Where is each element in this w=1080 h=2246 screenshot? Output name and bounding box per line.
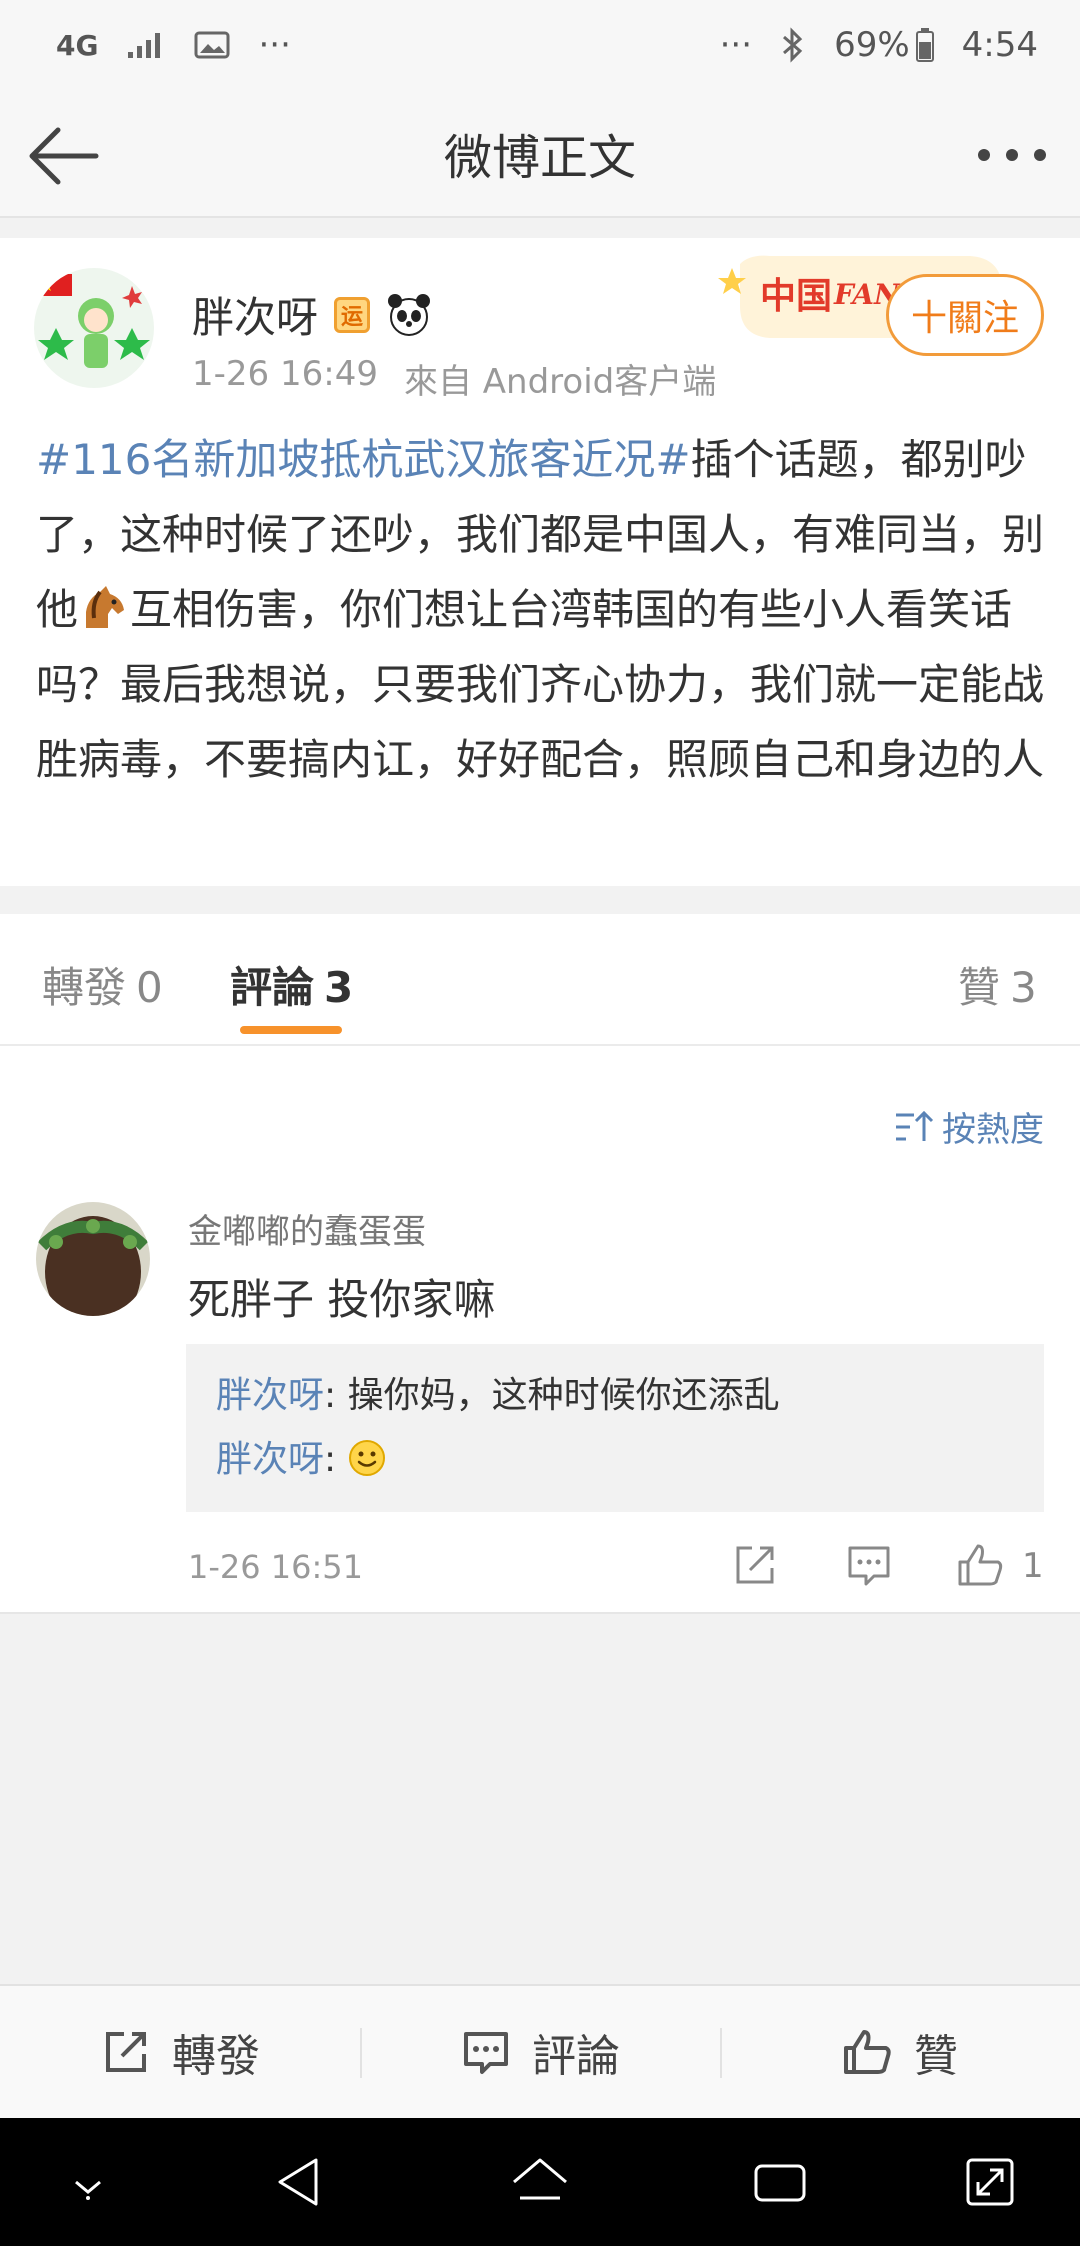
like-label: 贊 (914, 2031, 958, 2082)
bluetooth-icon (783, 27, 803, 63)
smile-emoji-icon (348, 1440, 385, 1476)
repost-button[interactable]: 轉發 (0, 1986, 360, 2118)
status-bar: 4G ··· ··· 69% 4:54 (0, 0, 1080, 90)
post-time: 1-26 16:49 (192, 354, 378, 394)
tab-likes[interactable]: 贊3 (958, 954, 1037, 1015)
comment-button[interactable]: 評論 (360, 1986, 720, 2118)
battery-icon (915, 28, 934, 62)
repost-icon (106, 2032, 146, 2072)
reply-item: 胖次呀: (216, 1428, 1014, 1492)
comment-bubble-icon (464, 2032, 508, 2074)
comment-time: 1-26 16:51 (188, 1548, 364, 1586)
author-avatar[interactable] (34, 268, 154, 388)
reply-separator: : (324, 1439, 337, 1480)
home-nav-icon[interactable] (510, 2152, 570, 2212)
post-meta: 1-26 16:49 來自 Android客户端 (192, 354, 716, 403)
image-icon (194, 31, 230, 59)
reply-author[interactable]: 胖次呀 (216, 1439, 324, 1480)
expand-nav-icon[interactable] (960, 2152, 1020, 2212)
author-line: 胖次呀 运 (192, 284, 432, 345)
comment-text: 死胖子 投你家嘛 (188, 1275, 496, 1324)
overflow-icon: ··· (719, 25, 753, 65)
post-source: 來自 Android客户端 (403, 362, 717, 402)
author-name[interactable]: 胖次呀 (192, 284, 318, 345)
comment-label: 評論 (532, 2031, 620, 2082)
weibo-post: 胖次呀 运 1-26 16:49 來自 Android客户端 中国 FANS 十… (0, 238, 1080, 886)
reply-separator: : (324, 1375, 337, 1416)
comment-like-count: 1 (1022, 1546, 1044, 1586)
sort-by-hot-button[interactable]: 按熱度 (894, 1102, 1044, 1151)
post-tabs: 轉發 0 評論 3 贊3 (0, 914, 1080, 1046)
tab-comments[interactable]: 評論 3 (230, 954, 353, 1015)
follow-label: 十關注 (910, 298, 1019, 339)
repost-label: 轉發 (172, 2031, 260, 2082)
reply-author[interactable]: 胖次呀 (216, 1375, 324, 1416)
battery: 69% (834, 25, 934, 65)
like-button[interactable]: 贊 (720, 1986, 1080, 2118)
recents-nav-icon[interactable] (750, 2152, 810, 2212)
horse-emoji-icon (86, 586, 125, 628)
comment-icon[interactable] (844, 1540, 894, 1590)
active-tab-indicator (240, 1026, 342, 1034)
avatar-illustration (34, 268, 154, 388)
tab-repost-count: 0 (136, 963, 163, 1012)
nav-bar: 微博正文 (0, 90, 1080, 218)
tab-likes-label: 贊 (958, 963, 1001, 1012)
more-notifications-icon: ··· (258, 25, 291, 65)
sort-icon (896, 1110, 934, 1141)
svg-text:中国: 中国 (760, 275, 832, 317)
tab-likes-count: 3 (1010, 963, 1037, 1012)
signal-icon (128, 33, 161, 58)
reply-text (336, 1439, 347, 1480)
back-nav-icon[interactable] (270, 2152, 330, 2212)
status-left: 4G ··· (56, 25, 291, 65)
more-icon[interactable] (974, 130, 1050, 180)
tab-comments-count: 3 (324, 963, 354, 1012)
post-text-part2: 互相伤害，你们想让台湾韩国的有些小人看笑话吗？最后我想说，只要我们齐心协力，我们… (36, 585, 1045, 784)
bottom-action-bar: 轉發 評論 贊 (0, 1984, 1080, 2118)
status-right: ··· 69% 4:54 (720, 25, 1038, 65)
network-indicator: 4G (56, 28, 99, 62)
commenter-avatar-image (36, 1202, 150, 1316)
comment-list: 按熱度 金嘟嘟的蠢蛋蛋 死胖子 投你家嘛 胖次呀: 操你妈，这种时候你还添乱 胖… (0, 1046, 1080, 1614)
commenter-name[interactable]: 金嘟嘟的蠢蛋蛋 (188, 1204, 426, 1253)
follow-button[interactable]: 十關注 (886, 274, 1044, 356)
panda-icon (388, 293, 431, 336)
reply-text: 操你妈，这种时候你还添乱 (336, 1375, 780, 1416)
hide-keyboard-icon[interactable] (58, 2152, 118, 2212)
reply-item: 胖次呀: 操你妈，这种时候你还添乱 (216, 1364, 1014, 1428)
system-nav-bar (0, 2118, 1080, 2246)
clock: 4:54 (961, 25, 1038, 65)
tab-repost-label: 轉發 (42, 963, 127, 1012)
battery-percent: 69% (834, 25, 910, 65)
reply-thread[interactable]: 胖次呀: 操你妈，这种时候你还添乱 胖次呀: (186, 1344, 1044, 1512)
share-icon[interactable] (730, 1540, 780, 1590)
commenter-avatar[interactable] (36, 1202, 150, 1316)
thumbs-up-icon (844, 2030, 891, 2074)
topic-link[interactable]: #116名新加坡抵杭武汉旅客近况# (36, 435, 691, 484)
tab-repost[interactable]: 轉發 0 (42, 954, 163, 1015)
page-title: 微博正文 (443, 130, 636, 186)
post-content: #116名新加坡抵杭武汉旅客近况#插个话题，都别吵了，这种时候了还吵，我们都是中… (36, 422, 1050, 797)
tab-comments-label: 評論 (230, 963, 315, 1012)
sort-label: 按熱度 (942, 1110, 1044, 1150)
badge-icon: 运 (334, 296, 371, 333)
back-arrow-icon[interactable] (24, 114, 108, 198)
like-icon[interactable] (956, 1540, 1006, 1590)
